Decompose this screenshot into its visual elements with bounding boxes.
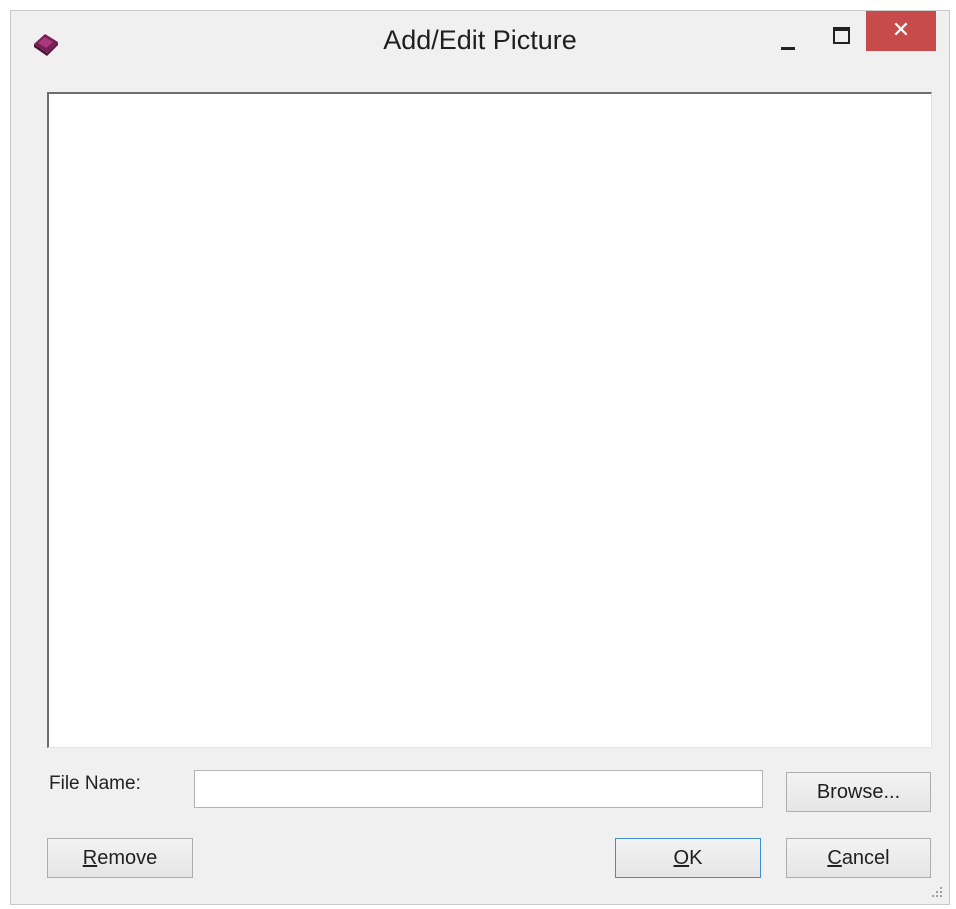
- close-button[interactable]: ✕: [866, 11, 936, 51]
- ok-accel-key: O: [673, 847, 690, 869]
- maximize-button[interactable]: [823, 21, 857, 57]
- remove-button[interactable]: Remove: [47, 838, 193, 878]
- resize-grip-icon[interactable]: [929, 884, 943, 898]
- file-name-input[interactable]: [194, 770, 763, 808]
- title-bar[interactable]: Add/Edit Picture ✕: [11, 11, 949, 71]
- window-title: Add/Edit Picture: [383, 25, 577, 55]
- minimize-icon: [781, 47, 795, 50]
- maximize-icon: [833, 27, 850, 44]
- close-icon: ✕: [891, 18, 911, 43]
- file-name-label: File Name:: [49, 773, 141, 794]
- cancel-label: ancel: [841, 847, 890, 869]
- browse-button[interactable]: Browse...: [786, 772, 931, 812]
- remove-accel-key: R: [82, 847, 98, 869]
- remove-label: emove: [97, 847, 158, 869]
- minimize-button[interactable]: [773, 21, 807, 57]
- add-edit-picture-dialog: Add/Edit Picture ✕ File Name: Browse... …: [10, 10, 950, 905]
- book-icon: [34, 34, 58, 56]
- ok-label: K: [689, 847, 703, 869]
- ok-button[interactable]: OK: [615, 838, 761, 878]
- picture-preview: [47, 92, 932, 748]
- cancel-accel-key: C: [827, 847, 842, 869]
- cancel-button[interactable]: Cancel: [786, 838, 931, 878]
